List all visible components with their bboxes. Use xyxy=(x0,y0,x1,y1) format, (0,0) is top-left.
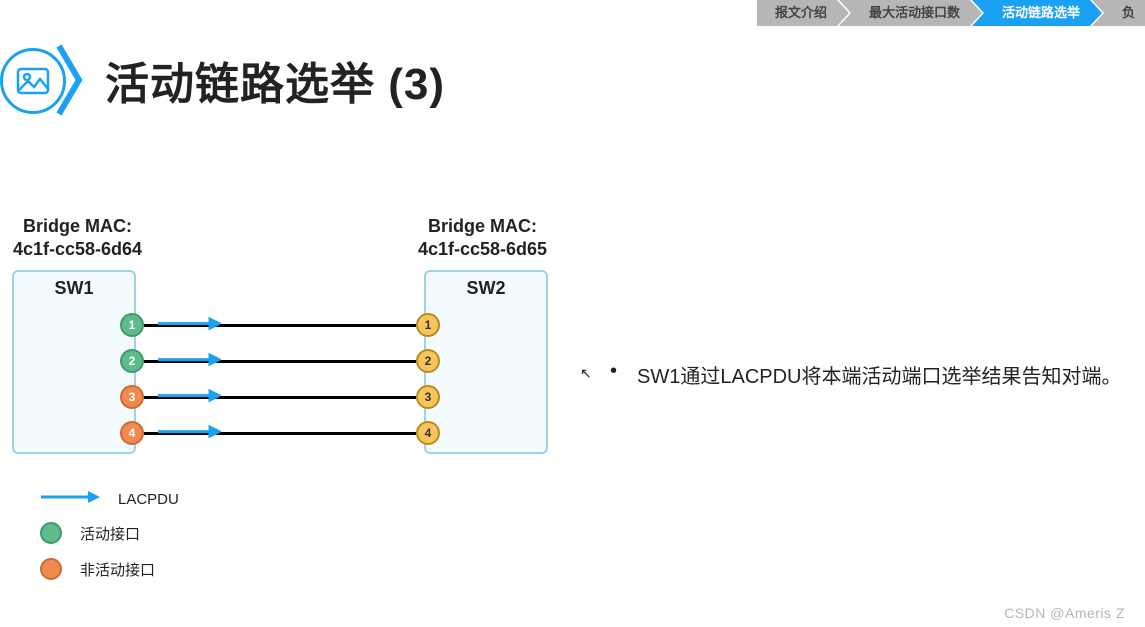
sw2-mac-title: Bridge MAC: xyxy=(428,216,537,236)
sw1-port-1: 1 xyxy=(120,313,144,337)
arrow-icon xyxy=(40,490,100,508)
inactive-dot-icon xyxy=(40,558,62,580)
sw1-mac-value: 4c1f-cc58-6d64 xyxy=(13,239,142,259)
crumb-0[interactable]: 报文介绍 xyxy=(757,0,849,26)
page-title: 活动链路选举 (3) xyxy=(105,48,445,112)
link-row-1: 1 1 xyxy=(12,310,548,340)
legend-inactive: 非活动接口 xyxy=(40,558,179,580)
lacpdu-arrow-3 xyxy=(157,389,221,403)
link-row-2: 2 2 xyxy=(12,346,548,376)
legend-lacpdu: LACPDU xyxy=(40,490,179,508)
sw1-port-3: 3 xyxy=(120,385,144,409)
lacpdu-arrow-4 xyxy=(157,425,221,439)
lacpdu-arrow-1 xyxy=(157,317,221,331)
legend: LACPDU 活动接口 非活动接口 xyxy=(40,490,179,594)
sw1-port-2: 2 xyxy=(120,349,144,373)
description-text: SW1通过LACPDU将本端活动端口选举结果告知对端。 xyxy=(637,360,1121,389)
breadcrumb: 报文介绍 最大活动接口数 活动链路选举 负 xyxy=(757,0,1145,26)
legend-inactive-label: 非活动接口 xyxy=(80,559,155,580)
sw1-mac-title: Bridge MAC: xyxy=(23,216,132,236)
link-row-3: 3 3 xyxy=(12,382,548,412)
sw1-port-4: 4 xyxy=(120,421,144,445)
title-icon-group xyxy=(0,40,80,120)
watermark: CSDN @Ameris Z xyxy=(1004,605,1125,621)
sw2-mac-label: Bridge MAC: 4c1f-cc58-6d65 xyxy=(405,215,560,260)
link-row-4: 4 4 xyxy=(12,418,548,448)
legend-active: 活动接口 xyxy=(40,522,179,544)
chevron-right-icon xyxy=(55,40,95,120)
topology-diagram: Bridge MAC: 4c1f-cc58-6d64 Bridge MAC: 4… xyxy=(0,215,560,455)
cursor-icon: ↖ xyxy=(580,365,592,382)
legend-active-label: 活动接口 xyxy=(80,523,140,544)
lacpdu-arrow-2 xyxy=(157,353,221,367)
sw2-mac-value: 4c1f-cc58-6d65 xyxy=(418,239,547,259)
crumb-2[interactable]: 活动链路选举 xyxy=(972,0,1102,26)
sw2-port-2: 2 xyxy=(416,349,440,373)
sw2-port-3: 3 xyxy=(416,385,440,409)
links: 1 1 2 2 3 3 xyxy=(12,270,548,450)
sw2-port-4: 4 xyxy=(416,421,440,445)
bullet-icon: • xyxy=(610,360,617,389)
sw1-mac-label: Bridge MAC: 4c1f-cc58-6d64 xyxy=(0,215,155,260)
description: • SW1通过LACPDU将本端活动端口选举结果告知对端。 xyxy=(610,360,1125,389)
sw2-port-1: 1 xyxy=(416,313,440,337)
crumb-1[interactable]: 最大活动接口数 xyxy=(839,0,982,26)
active-dot-icon xyxy=(40,522,62,544)
legend-lacpdu-label: LACPDU xyxy=(118,491,179,508)
title-row: 活动链路选举 (3) xyxy=(0,40,445,120)
